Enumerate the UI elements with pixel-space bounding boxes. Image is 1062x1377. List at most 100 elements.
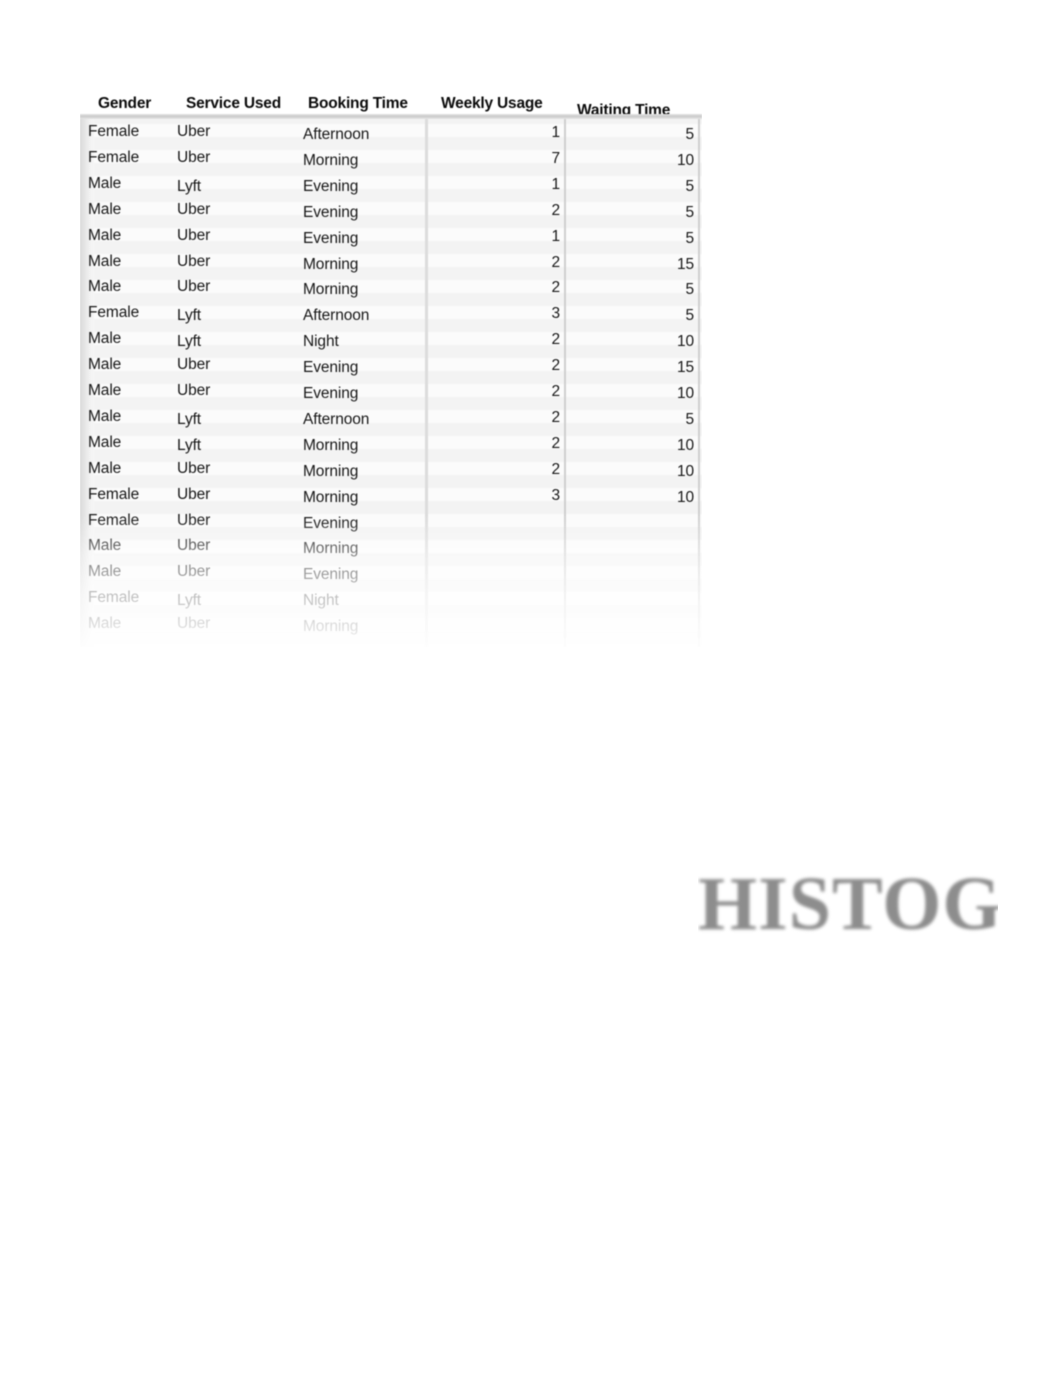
cell-booking-time: Morning xyxy=(303,151,359,169)
cell-waiting-time: 10 xyxy=(676,462,694,480)
cell-service-used: Uber xyxy=(177,356,211,374)
cell-service-used: Lyft xyxy=(177,410,202,428)
cell-weekly-usage: 2 xyxy=(551,357,560,375)
cell-weekly-usage: 2 xyxy=(551,383,560,400)
cell-service-used: Lyft xyxy=(177,307,202,325)
cell-gender: Female xyxy=(88,485,140,503)
cell-gender: Female xyxy=(88,148,140,166)
cell-weekly-usage: 3 xyxy=(551,305,560,323)
cell-waiting-time: 5 xyxy=(685,177,694,195)
cell-booking-time: Morning xyxy=(303,462,359,480)
cell-service-used: Lyft xyxy=(177,177,202,195)
cell-gender: Male xyxy=(88,459,122,477)
cell-gender: Female xyxy=(88,511,140,529)
cell-gender: Male xyxy=(88,200,122,218)
cell-booking-time: Evening xyxy=(303,359,359,377)
cell-weekly-usage: 2 xyxy=(551,279,560,297)
cell-gender: Male xyxy=(88,174,122,192)
cell-gender: Male xyxy=(88,382,122,399)
cell-waiting-time: 5 xyxy=(685,203,694,221)
cell-booking-time: Evening xyxy=(303,229,359,247)
cell-booking-time: Morning xyxy=(303,281,359,299)
cell-weekly-usage: 1 xyxy=(551,175,560,193)
column-header-service-used[interactable]: Service Used xyxy=(186,95,281,113)
cell-waiting-time: 5 xyxy=(685,410,694,428)
cell-waiting-time: 10 xyxy=(676,436,694,454)
table-right-border xyxy=(698,85,700,647)
cell-booking-time: Night xyxy=(303,333,339,351)
cell-booking-time: Evening xyxy=(303,514,359,532)
cell-weekly-usage: 2 xyxy=(551,434,560,452)
cell-booking-time: Morning xyxy=(303,488,359,506)
cell-weekly-usage: 1 xyxy=(551,124,560,141)
cell-service-used: Uber xyxy=(177,459,211,477)
cell-weekly-usage: 7 xyxy=(551,149,560,167)
cell-waiting-time: 5 xyxy=(685,229,694,247)
cell-weekly-usage: 3 xyxy=(551,486,560,504)
column-divider-weekly-usage xyxy=(425,85,428,647)
cell-service-used: Uber xyxy=(177,200,211,218)
cell-waiting-time: 5 xyxy=(685,281,694,299)
cell-gender: Male xyxy=(88,563,122,581)
cell-gender: Male xyxy=(88,356,122,374)
cell-service-used: Uber xyxy=(177,123,211,140)
table-fade-wrapper: Gender Service Used Booking Time Weekly … xyxy=(80,85,702,647)
cell-service-used: Uber xyxy=(177,511,211,529)
cell-service-used: Lyft xyxy=(177,592,202,610)
cell-waiting-time: 5 xyxy=(685,307,694,325)
cell-waiting-time: 5 xyxy=(685,126,694,143)
cell-service-used: Lyft xyxy=(177,333,202,351)
cell-service-used: Uber xyxy=(177,278,211,296)
ride-service-survey-table: Gender Service Used Booking Time Weekly … xyxy=(80,85,702,647)
cell-waiting-time: 15 xyxy=(676,359,694,377)
cell-gender: Male xyxy=(88,615,122,633)
cell-waiting-time: 10 xyxy=(676,333,694,351)
cell-service-used: Uber xyxy=(177,615,211,633)
cell-gender: Male xyxy=(88,278,122,296)
cell-gender: Male xyxy=(88,433,122,451)
cell-booking-time: Evening xyxy=(303,177,359,195)
cell-booking-time: Evening xyxy=(303,203,359,221)
cell-booking-time: Afternoon xyxy=(303,410,370,428)
cell-booking-time: Evening xyxy=(303,566,359,584)
cell-gender: Male xyxy=(88,252,122,270)
cell-gender: Female xyxy=(88,304,140,322)
cell-gender: Male xyxy=(88,330,122,348)
cell-service-used: Uber xyxy=(177,148,211,166)
cell-booking-time: Afternoon xyxy=(303,126,370,143)
cell-weekly-usage: 2 xyxy=(551,331,560,349)
cell-gender: Male xyxy=(88,537,122,555)
cell-booking-time: Evening xyxy=(303,385,359,402)
cell-gender: Female xyxy=(88,123,140,140)
cell-booking-time: Morning xyxy=(303,436,359,454)
column-header-weekly-usage[interactable]: Weekly Usage xyxy=(441,95,543,113)
histogram-wordart: HISTOG xyxy=(698,868,998,946)
column-divider-waiting-time xyxy=(564,85,566,647)
cell-service-used: Uber xyxy=(177,485,211,503)
cell-gender: Female xyxy=(88,589,140,607)
cell-weekly-usage: 2 xyxy=(551,408,560,426)
cell-waiting-time: 15 xyxy=(676,255,694,273)
cell-service-used: Uber xyxy=(177,382,211,399)
cell-booking-time: Afternoon xyxy=(303,307,370,325)
cell-gender: Male xyxy=(88,226,122,244)
cell-service-used: Uber xyxy=(177,226,211,244)
cell-waiting-time: 10 xyxy=(676,385,694,402)
cell-service-used: Lyft xyxy=(177,436,202,454)
cell-waiting-time: 10 xyxy=(676,151,694,169)
cell-booking-time: Night xyxy=(303,592,339,610)
cell-service-used: Uber xyxy=(177,563,211,581)
cell-service-used: Uber xyxy=(177,537,211,555)
cell-booking-time: Morning xyxy=(303,618,359,636)
header-bottom-border xyxy=(80,114,702,119)
cell-waiting-time: 10 xyxy=(676,488,694,506)
cell-weekly-usage: 2 xyxy=(551,201,560,219)
cell-weekly-usage: 2 xyxy=(551,460,560,478)
cell-weekly-usage: 2 xyxy=(551,253,560,271)
cell-service-used: Uber xyxy=(177,252,211,270)
column-header-gender[interactable]: Gender xyxy=(98,95,151,113)
cell-weekly-usage: 1 xyxy=(551,227,560,245)
cell-gender: Male xyxy=(88,407,122,425)
column-header-booking-time[interactable]: Booking Time xyxy=(308,95,408,113)
cell-booking-time: Morning xyxy=(303,540,359,558)
